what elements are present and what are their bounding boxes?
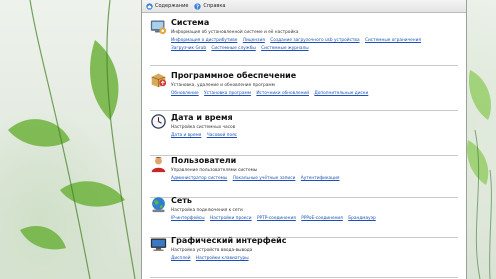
link-license[interactable]: Лицензия xyxy=(243,38,265,43)
link-proxy-settings[interactable]: Настройки прокси xyxy=(210,216,252,221)
section-title: Графический интерфейс xyxy=(171,236,287,245)
link-system-services[interactable]: Системные службы xyxy=(211,46,255,51)
section-title: Система xyxy=(171,18,210,27)
section-users: Пользователи Управление пользователями с… xyxy=(150,153,455,191)
section-graphics: Графический интерфейс Настройка устройст… xyxy=(150,233,455,271)
link-timezone[interactable]: Часовой пояс xyxy=(207,133,237,138)
section-datetime: Дата и время Настройка системных часов Д… xyxy=(150,110,455,148)
link-system-admin[interactable]: Администратор системы xyxy=(171,176,227,181)
section-title: Программное обеспечение xyxy=(171,71,297,80)
contents-button[interactable]: Содержание xyxy=(146,2,189,10)
link-usb-boot[interactable]: Создание загрузочного usb устройства xyxy=(270,38,359,43)
section-links: Дисплей Настройки клавиатуры xyxy=(171,255,459,263)
link-grub[interactable]: Загрузчик Grub xyxy=(171,46,206,51)
separator xyxy=(150,277,458,278)
software-package-icon xyxy=(151,73,167,88)
modules-list: Система Информация об установленной сист… xyxy=(142,13,466,279)
section-description: Управление пользователями системы xyxy=(171,168,258,173)
link-update[interactable]: Обновление xyxy=(171,91,199,96)
link-distro-info[interactable]: Информация о дистрибутиве xyxy=(171,38,237,43)
section-description: Информация об установленной системе и её… xyxy=(171,30,299,35)
system-settings-icon xyxy=(150,20,167,35)
section-title: Сеть xyxy=(171,196,192,205)
clock-icon xyxy=(151,114,166,129)
help-button[interactable]: ? Справка xyxy=(194,2,226,10)
link-extra-disks[interactable]: Дополнительные диски xyxy=(314,91,368,96)
link-pppoe[interactable]: PPPoE-соединения xyxy=(301,216,343,221)
toolbar: Содержание ? Справка xyxy=(142,0,466,13)
link-system-logs[interactable]: Системные журналы xyxy=(261,46,308,51)
link-authentication[interactable]: Аутентификация xyxy=(301,176,340,181)
section-title: Пользователи xyxy=(171,156,237,165)
section-links: Администратор системы Локальные учётные … xyxy=(171,175,459,183)
section-description: Установка, удаление и обновление програм… xyxy=(171,83,275,88)
link-local-accounts[interactable]: Локальные учётные записи xyxy=(233,176,296,181)
section-links: Информация о дистрибутиве Лицензия Созда… xyxy=(171,37,459,53)
link-firewall[interactable]: Брандмауэр xyxy=(348,216,376,221)
home-icon xyxy=(146,2,153,10)
section-title: Дата и время xyxy=(171,113,233,122)
section-links: Дата и время Часовой пояс xyxy=(171,132,459,140)
link-pptp[interactable]: PPTP-соединения xyxy=(257,216,296,221)
section-description: Настройка подключения к сети xyxy=(171,208,243,213)
svg-text:?: ? xyxy=(197,4,200,10)
section-software: Программное обеспечение Установка, удале… xyxy=(150,68,455,106)
separator xyxy=(150,65,458,66)
link-system-limits[interactable]: Системные ограничения xyxy=(365,38,421,43)
section-description: Настройка устройств ввода-вывода xyxy=(171,248,253,253)
help-label: Справка xyxy=(203,3,226,9)
users-icon xyxy=(151,156,166,173)
configurator-window: Содержание ? Справка Система Информация … xyxy=(141,0,467,279)
display-icon xyxy=(150,238,167,251)
link-update-sources[interactable]: Источники обновлений xyxy=(256,91,309,96)
link-keyboard-settings[interactable]: Настройки клавиатуры xyxy=(196,256,249,261)
help-icon: ? xyxy=(194,2,202,10)
link-display[interactable]: Дисплей xyxy=(171,256,191,261)
section-system: Система Информация об установленной сист… xyxy=(150,15,455,53)
section-network: Сеть Настройка подключения к сети IP-инт… xyxy=(150,193,455,231)
section-links: IP-интерфейсы Настройки прокси PPTP-соед… xyxy=(171,215,459,223)
section-links: Обновление Установка программ Источники … xyxy=(171,90,459,98)
link-date-time[interactable]: Дата и время xyxy=(171,133,201,138)
network-globe-icon xyxy=(152,197,165,213)
section-description: Настройка системных часов xyxy=(171,125,236,130)
link-ip-interfaces[interactable]: IP-интерфейсы xyxy=(171,216,205,221)
contents-label: Содержание xyxy=(155,3,189,9)
link-install-programs[interactable]: Установка программ xyxy=(204,91,251,96)
